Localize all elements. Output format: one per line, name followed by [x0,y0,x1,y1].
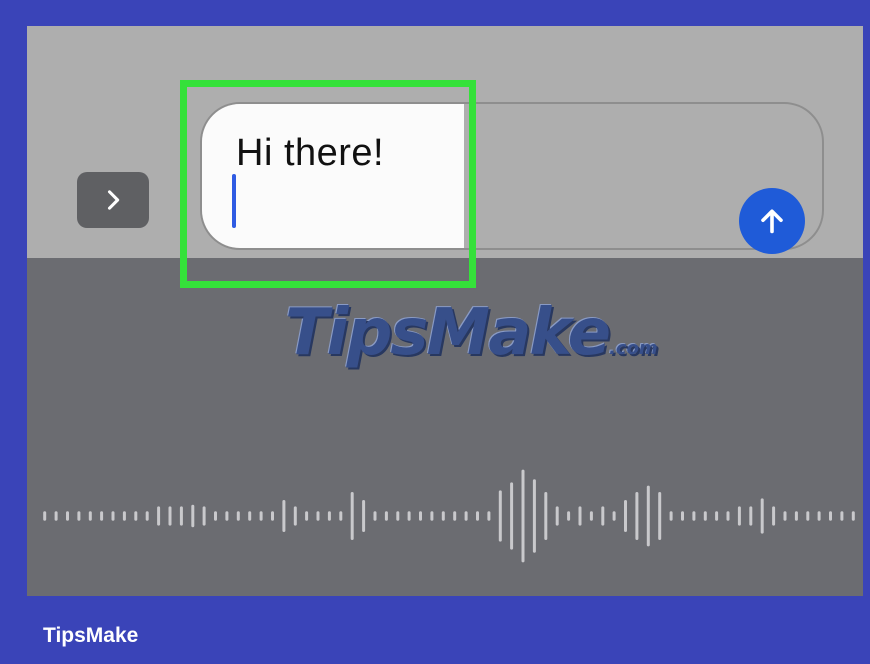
waveform-bar [373,511,377,521]
waveform-bar [851,511,855,521]
waveform-bar [134,511,138,521]
waveform-bar [692,511,696,521]
waveform-bar [521,469,525,563]
waveform-bar [407,511,411,521]
send-button[interactable] [739,188,805,254]
waveform-bar [327,511,331,521]
screenshot-frame: Hi there! TipsMake.com [27,26,863,596]
watermark-suffix: .com [609,338,658,359]
waveform-bar [578,506,582,526]
waveform-bar [806,511,810,521]
waveform-bar [271,511,274,521]
arrow-up-icon [761,209,783,234]
waveform-bar [498,490,502,542]
waveform-bar [760,498,764,534]
waveform-bar [430,511,434,521]
waveform-bar [339,511,343,521]
waveform-bar [783,511,787,521]
waveform-bar [601,506,605,526]
waveform-bar [635,492,639,540]
waveform-bar [145,511,149,521]
waveform-bar [236,511,240,521]
waveform-bar [817,511,821,521]
waveform-bar [487,511,491,521]
waveform-bar [772,506,776,526]
waveform-bar [681,511,684,521]
waveform-bar [441,511,445,521]
waveform-bar [737,506,741,526]
watermark-logo: TipsMake.com [285,296,658,370]
waveform-bar [88,511,92,521]
waveform-bar [100,511,104,521]
waveform-bar [726,511,730,521]
waveform-bar [77,511,81,521]
dictation-waveform [43,469,855,563]
waveform-bar [658,492,662,540]
chevron-right-icon [107,190,120,210]
waveform-bar [248,511,252,521]
waveform-bar [589,511,593,521]
waveform-bar [282,500,286,532]
waveform-bar [225,511,229,521]
waveform-bar [122,511,126,521]
waveform-bar [715,511,719,521]
waveform-bar [157,506,161,526]
waveform-bar [453,511,457,521]
waveform-bar [396,511,400,521]
waveform-bar [749,506,753,526]
waveform-bar [464,511,468,521]
waveform-bar [191,504,195,528]
expand-apps-button[interactable] [77,172,149,228]
waveform-bar [510,482,514,550]
waveform-bar [646,485,650,547]
waveform-bar [532,479,536,553]
waveform-bar [350,492,354,540]
waveform-bar [259,511,263,521]
waveform-bar [476,511,479,521]
highlight-box [180,80,476,288]
waveform-bar [202,506,206,526]
waveform-bar [305,511,309,521]
waveform-bar [544,492,548,540]
waveform-bar [612,511,616,521]
waveform-bar [829,511,832,521]
waveform-bar [214,511,217,521]
waveform-bar [555,506,559,526]
waveform-bar [293,506,297,526]
waveform-bar [703,511,707,521]
waveform-bar [419,511,422,521]
waveform-bar [168,506,172,526]
waveform-bar [111,511,115,521]
waveform-bar [384,511,388,521]
waveform-bar [840,511,844,521]
waveform-bar [316,511,320,521]
waveform-bar [43,511,47,521]
waveform-bar [669,511,673,521]
waveform-bar [66,511,69,521]
waveform-bar [362,500,366,532]
footer-brand: TipsMake [43,624,139,647]
waveform-bar [624,500,627,532]
waveform-bar [567,511,571,521]
waveform-bar [179,506,183,526]
waveform-bar [794,511,798,521]
watermark-brand: TipsMake [285,296,611,370]
waveform-bar [54,511,58,521]
